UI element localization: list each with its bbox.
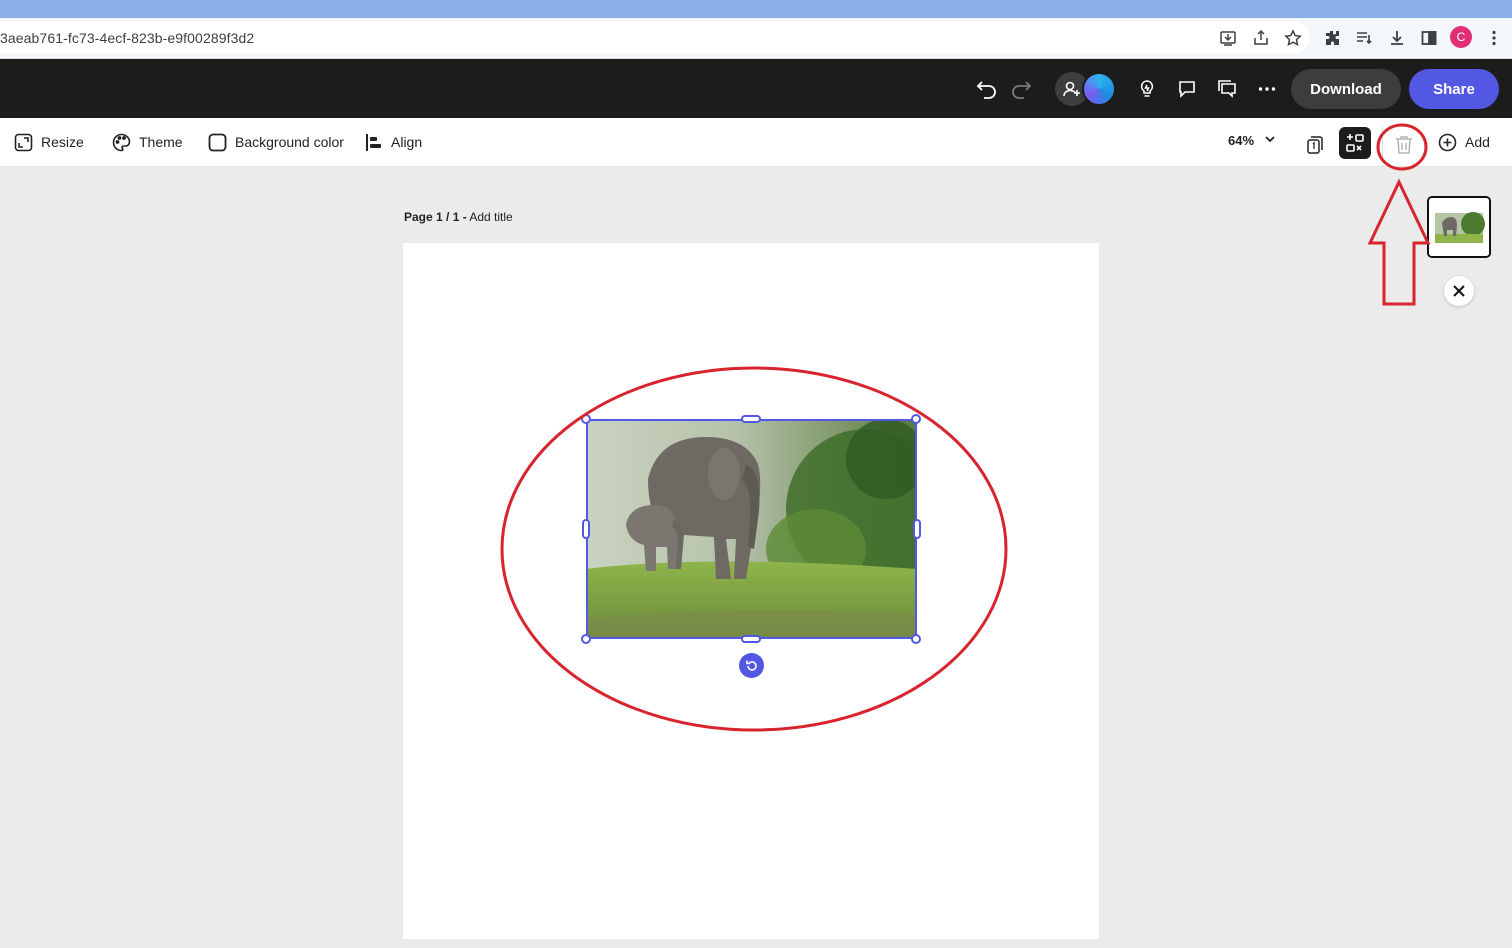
profile-avatar[interactable]: C (1450, 26, 1472, 48)
resize-button[interactable]: Resize (13, 131, 84, 153)
zoom-dropdown[interactable]: 64% (1228, 133, 1276, 148)
add-label: Add (1465, 134, 1490, 150)
pages-icon[interactable] (1300, 130, 1330, 160)
resize-handle-ne[interactable] (911, 414, 921, 424)
theme-button[interactable]: Theme (111, 131, 183, 153)
page-number: Page 1 / 1 - (404, 210, 467, 224)
align-label: Align (391, 134, 423, 150)
align-icon (363, 132, 383, 152)
close-icon[interactable] (1444, 276, 1474, 306)
app-header: Download Share (0, 59, 1512, 118)
resize-icon (13, 132, 33, 152)
resize-handle-nw[interactable] (581, 414, 591, 424)
menu-icon[interactable] (1482, 26, 1506, 50)
annotation-arrow-up (1367, 178, 1431, 306)
collaborators[interactable] (1055, 72, 1116, 106)
page-label: Page 1 / 1 - Add title (404, 210, 513, 224)
resize-handle-s[interactable] (741, 635, 761, 643)
add-button[interactable]: Add (1437, 131, 1490, 153)
add-circle-icon (1437, 132, 1457, 152)
palette-icon (111, 132, 131, 152)
lightbulb-icon[interactable] (1133, 75, 1161, 103)
download-button[interactable]: Download (1291, 69, 1401, 109)
arrange-icon[interactable] (1339, 127, 1371, 159)
trash-icon[interactable] (1389, 130, 1419, 160)
browser-titlebar (0, 0, 1512, 18)
background-color-label: Background color (235, 134, 344, 150)
page-title-input[interactable]: Add title (469, 210, 512, 224)
side-panel-icon[interactable] (1417, 26, 1441, 50)
chevron-down-icon (1264, 133, 1276, 148)
url-text: 3aeab761-fc73-4ecf-823b-e9f00289f3d2 (0, 30, 255, 46)
theme-label: Theme (139, 134, 183, 150)
resize-handle-se[interactable] (911, 634, 921, 644)
reading-list-icon[interactable] (1352, 26, 1376, 50)
bookmark-star-icon[interactable] (1281, 26, 1305, 50)
user-avatar[interactable] (1082, 72, 1116, 106)
editor-toolbar: Resize Theme Background color Align 64% (0, 118, 1512, 167)
share-icon[interactable] (1249, 26, 1273, 50)
share-button[interactable]: Share (1409, 69, 1499, 109)
resize-handle-w[interactable] (582, 519, 590, 539)
toolbar-divider (1382, 126, 1383, 159)
undo-icon[interactable] (973, 75, 1001, 103)
resize-handle-sw[interactable] (581, 634, 591, 644)
more-icon[interactable] (1253, 75, 1281, 103)
color-swatch-icon (207, 132, 227, 152)
resize-handle-e[interactable] (913, 519, 921, 539)
zoom-value: 64% (1228, 133, 1255, 148)
downloads-icon[interactable] (1385, 26, 1409, 50)
redo-icon[interactable] (1007, 75, 1035, 103)
selection-box (586, 419, 917, 639)
align-button[interactable]: Align (363, 131, 422, 153)
install-icon[interactable] (1216, 26, 1240, 50)
page-thumbnail[interactable] (1427, 196, 1491, 258)
url-field[interactable]: 3aeab761-fc73-4ecf-823b-e9f00289f3d2 (0, 21, 1310, 54)
rotate-icon[interactable] (739, 653, 764, 678)
comments-list-icon[interactable] (1213, 75, 1241, 103)
background-color-button[interactable]: Background color (207, 131, 344, 153)
browser-address-bar: 3aeab761-fc73-4ecf-823b-e9f00289f3d2 C (0, 18, 1512, 59)
resize-handle-n[interactable] (741, 415, 761, 423)
comment-icon[interactable] (1173, 75, 1201, 103)
extensions-icon[interactable] (1321, 26, 1345, 50)
resize-label: Resize (41, 134, 84, 150)
